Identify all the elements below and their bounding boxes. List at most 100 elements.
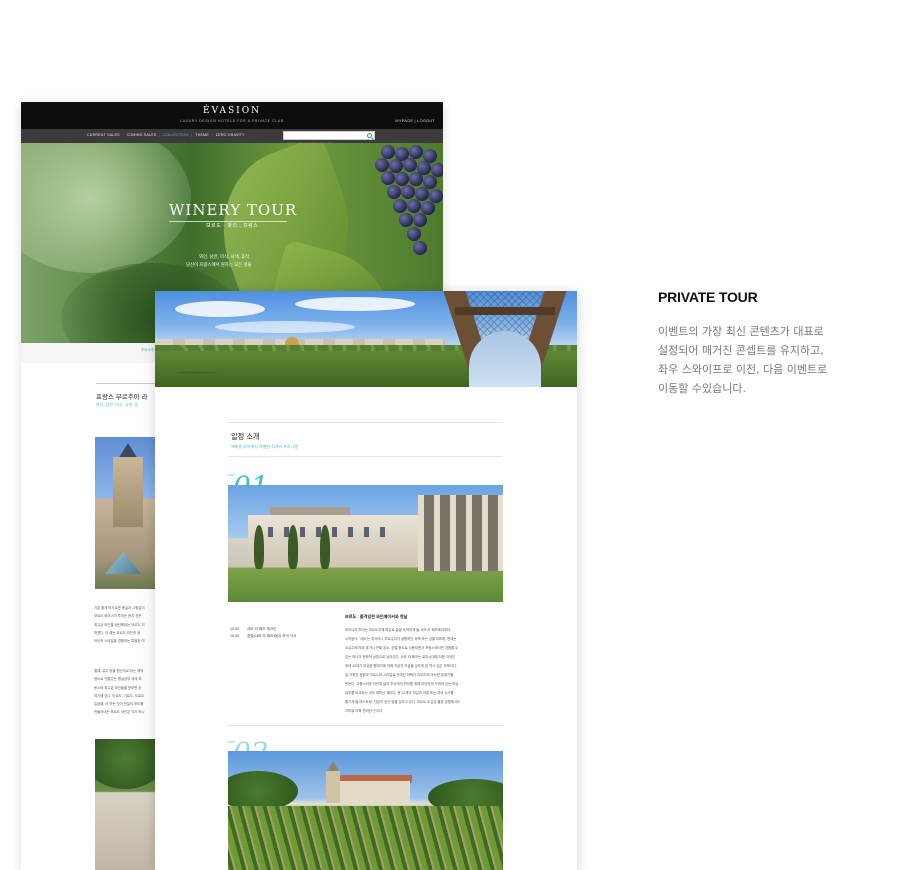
tree (228, 771, 298, 811)
vineyard-photo (228, 751, 503, 870)
manor-house (340, 781, 410, 803)
search-box (283, 131, 375, 148)
nav-item-zero-gravity[interactable]: ZERO GRAVITY (216, 133, 245, 137)
cloud (295, 297, 415, 311)
article-text: 기분 좋게 따사로운 햇살과 그림같이 보르도 와이너리 투어는 현지 전문 최… (94, 604, 156, 645)
grape (409, 145, 423, 159)
cloud (175, 301, 265, 317)
cathedral-tower (113, 457, 143, 527)
site-logo[interactable]: ÉVASION (21, 106, 443, 116)
main-nav: CURRENT SALES | COMING SALES | COLLECTIO… (21, 129, 443, 148)
grape (381, 145, 395, 159)
detail-line: 잘 가꿔진 정원과 아르누보 스타일로 꾸며진 저택이 어우러져 아늑한 분위기… (345, 673, 454, 677)
divider (228, 422, 503, 423)
itinerary-row: 10:00 샤또 라 페즈 체크인 (230, 627, 276, 632)
header-bar: ÉVASION LUXURY DESIGN HOTELS FOR A PRIVA… (21, 102, 443, 129)
detail-line: 즐기게 될 레스토랑, 차분히 공간 등을 갖추고 있다. 보르도 도심은 물론… (345, 700, 461, 704)
itinerary-text: 샤또 라 페즈 체크인 (247, 627, 277, 631)
text-line: 보르도 와이너리 투어는 현지 전문 (94, 614, 142, 619)
text-line: 최고급 와인을 생산해내는 보르도 지 (94, 622, 145, 627)
detail-line: 있는 하나의 문화적 상징으로 남아있다. 샤또 라 페즈는 로마시대에 처음 … (345, 655, 456, 659)
text-line: 철제, 유주 등을 원산지로 하는 매력 (94, 669, 144, 673)
glass-pyramid (105, 552, 141, 574)
grape (375, 158, 389, 172)
grape (403, 158, 417, 172)
grape (395, 172, 409, 186)
cypress-tree (288, 525, 298, 569)
schedule-title: 일정 소개 (231, 432, 260, 441)
grape (407, 199, 421, 213)
nav-separator: | (191, 133, 193, 137)
text-line: 기분 좋게 따사로운 햇살과 그림같이 (94, 606, 145, 610)
itinerary-row: 10:00 호텔(샤또 라 페즈)에서 저녁 식사 (230, 634, 296, 639)
hero-bokeh (21, 143, 191, 273)
day-detail-title: 보르도 : 품격있한 와인메이커와 첫날 (345, 614, 408, 619)
divider (96, 383, 156, 384)
nav-separator: | (122, 133, 124, 137)
itinerary-text: 호텔(샤또 라 페즈)에서 저녁 식사 (247, 634, 297, 638)
schedule-subtitle: 에비중 투어에서 특별한 럭셔리 프로그램 (231, 444, 299, 449)
text-line: 라이프 스타일을 경험하는 특별한 여 (94, 639, 145, 644)
article-text: 철제, 유주 등을 원산지로 하는 매력 정도로 전통있는 명실상부 세계 최 … (94, 667, 156, 717)
hero-subtitle: 보르도 - 파리 , 프랑스 (206, 223, 259, 229)
window (332, 527, 337, 537)
detail-line: 가까워 더욱 편리한 곳이다. (345, 709, 384, 713)
section-description-line: 설정되어 매거진 콘셉트를 유지하고, (658, 344, 824, 357)
text-line: 만들어내는 보르도 와인은 각자 하나 (94, 710, 145, 715)
text-line: 여기에 있다. 따르도, 기르도, 도로도 (94, 693, 145, 698)
text-line: 동시에 최고급 와인들을 맛보면 곧 (94, 685, 142, 690)
nav-item-coming-sales[interactable]: COMING SALES (127, 133, 157, 137)
cypress-tree (254, 525, 264, 569)
tower-deck (455, 307, 555, 315)
window (268, 527, 273, 537)
hero-description: 와인, 낭만, 미식, 사색, 휴식 (199, 254, 250, 259)
window (364, 527, 369, 537)
divider (228, 725, 503, 726)
chateau-building (248, 515, 423, 567)
hero-description: 당신이 프랑스에서 원하는 모든 것들 (186, 262, 252, 267)
text-line: 일곱째, 이 모든 것이 만일의 포도를 (94, 702, 144, 707)
grape (393, 199, 407, 213)
nav-item-theme[interactable]: THEME (195, 133, 209, 137)
section-description-line: 좌우 스와이프로 이전, 다음 이벤트로 (658, 363, 828, 376)
nav-separator: | (159, 133, 161, 137)
cathedral-photo (95, 437, 157, 589)
paris-eiffel-photo (155, 291, 577, 387)
tour-intro-link[interactable]: 투어소개 (141, 348, 154, 353)
church-tower (326, 771, 340, 803)
grape (381, 171, 395, 185)
cloud (215, 321, 355, 333)
hero-title: WINERY TOUR (169, 201, 298, 219)
tree-crown (95, 739, 157, 789)
eiffel-tower (443, 291, 567, 387)
nav-item-current-sales[interactable]: CURRENT SALES (87, 133, 120, 137)
article-title: 프랑스 부르주아 라 (96, 394, 148, 401)
window (348, 527, 353, 537)
text-line: 퍼졌다. 이 때는 보르도 와인과 음 (94, 630, 141, 635)
grape (387, 185, 401, 199)
grape (413, 213, 427, 227)
stone-arcade (418, 495, 503, 571)
front-page-preview: 일정 소개 에비중 투어에서 특별한 럭셔리 프로그램 DAY 01 10:00… (155, 291, 577, 870)
account-links[interactable]: MYPAGE | LOGOUT (395, 119, 435, 123)
grape (407, 227, 421, 241)
window (380, 527, 385, 537)
detail-line: 시작된다. '샤또'는 외국어나 부르주아가 생활하던 저택 또는 성을 의미며… (345, 637, 457, 641)
search-icon[interactable] (367, 133, 372, 138)
section-description-line: 이벤트의 가장 최신 콘텐츠가 대표로 (658, 325, 824, 338)
grape-cluster (351, 143, 443, 283)
grape (401, 185, 415, 199)
garden-photo (95, 739, 157, 870)
detail-line: 만든다. 고풍스러운 외관과 달리 투숙객의 편의를 위해 모던하게 꾸며져 있… (345, 682, 459, 686)
section-title: PRIVATE TOUR (658, 289, 758, 305)
chateau-photo (228, 485, 503, 602)
nav-item-collection[interactable]: COLLECTION (163, 133, 188, 137)
grape (399, 213, 413, 227)
cypress-tree (320, 525, 330, 569)
grape (409, 172, 423, 186)
itinerary-time: 10:00 (230, 627, 239, 631)
grape (413, 241, 427, 255)
text-line: 정도로 전통있는 명실상부 세계 최 (94, 677, 142, 682)
detail-line: 와이너리 투어는 보르도지에 여유로 출발 숙박하게 될 샤또 라 페즈에서부터 (345, 628, 451, 632)
section-description-line: 이동할 수있습니다. (658, 382, 746, 395)
